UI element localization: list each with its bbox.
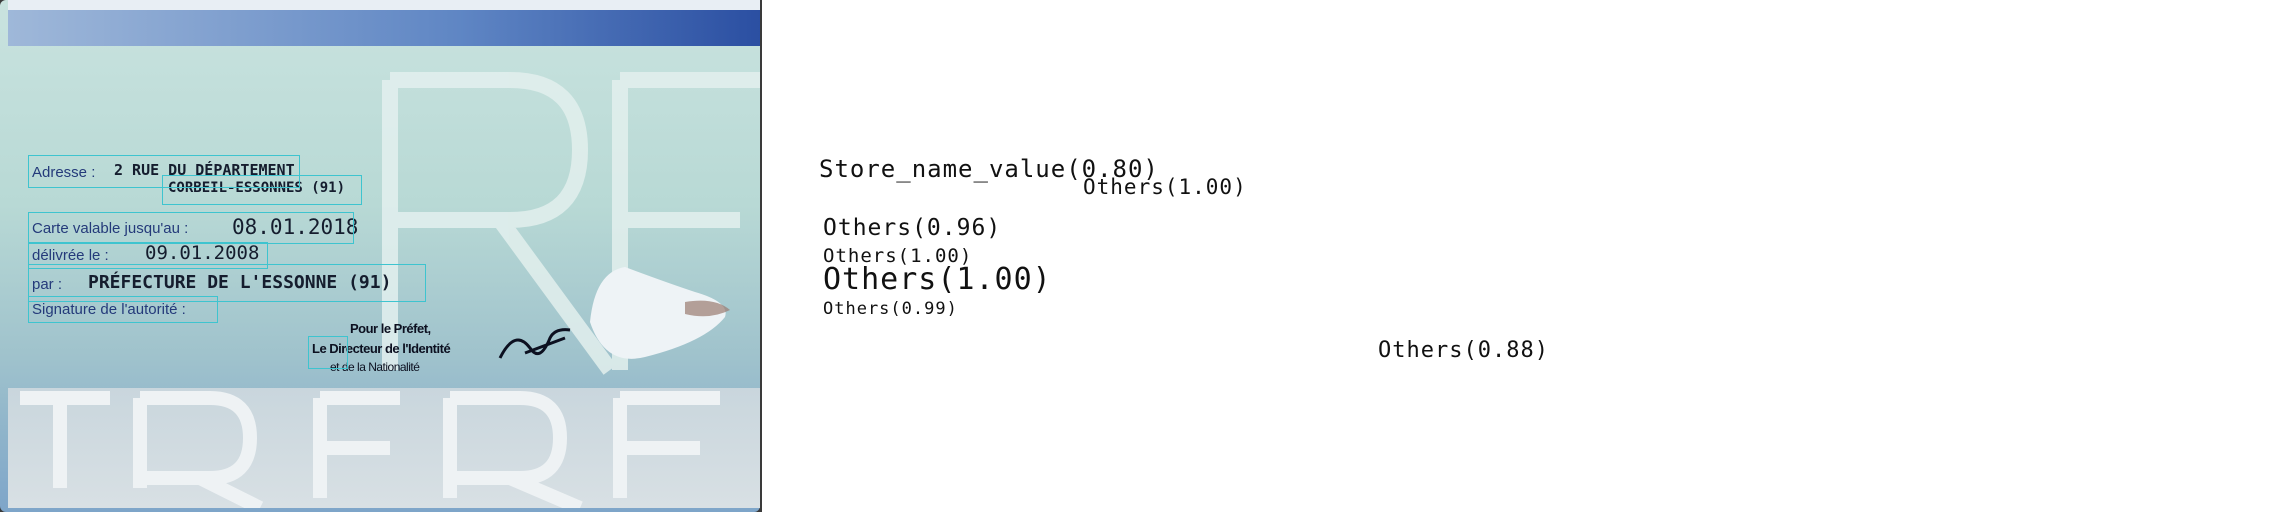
result-label: Others(1.00) <box>823 262 1052 297</box>
detection-box <box>308 336 348 369</box>
signature-line1: Pour le Préfet, <box>350 321 431 336</box>
detection-box <box>28 296 218 323</box>
result-label: Others(0.96) <box>823 215 1002 241</box>
detection-box <box>162 175 362 205</box>
rf-bottom-pattern-icon <box>20 391 720 508</box>
card-image: Adresse : 2 RUE DU DÉPARTEMENT CORBEIL-E… <box>0 0 762 512</box>
result-label: Others(0.99) <box>823 299 958 319</box>
detection-box <box>28 212 354 244</box>
result-label: Others(1.00) <box>1083 175 1247 199</box>
signature-scribble-icon <box>498 328 571 359</box>
card-glare-icon <box>590 267 730 359</box>
result-label: Others(0.88) <box>1378 338 1549 363</box>
card-top-edge <box>8 0 760 10</box>
id-card: Adresse : 2 RUE DU DÉPARTEMENT CORBEIL-E… <box>0 0 760 512</box>
